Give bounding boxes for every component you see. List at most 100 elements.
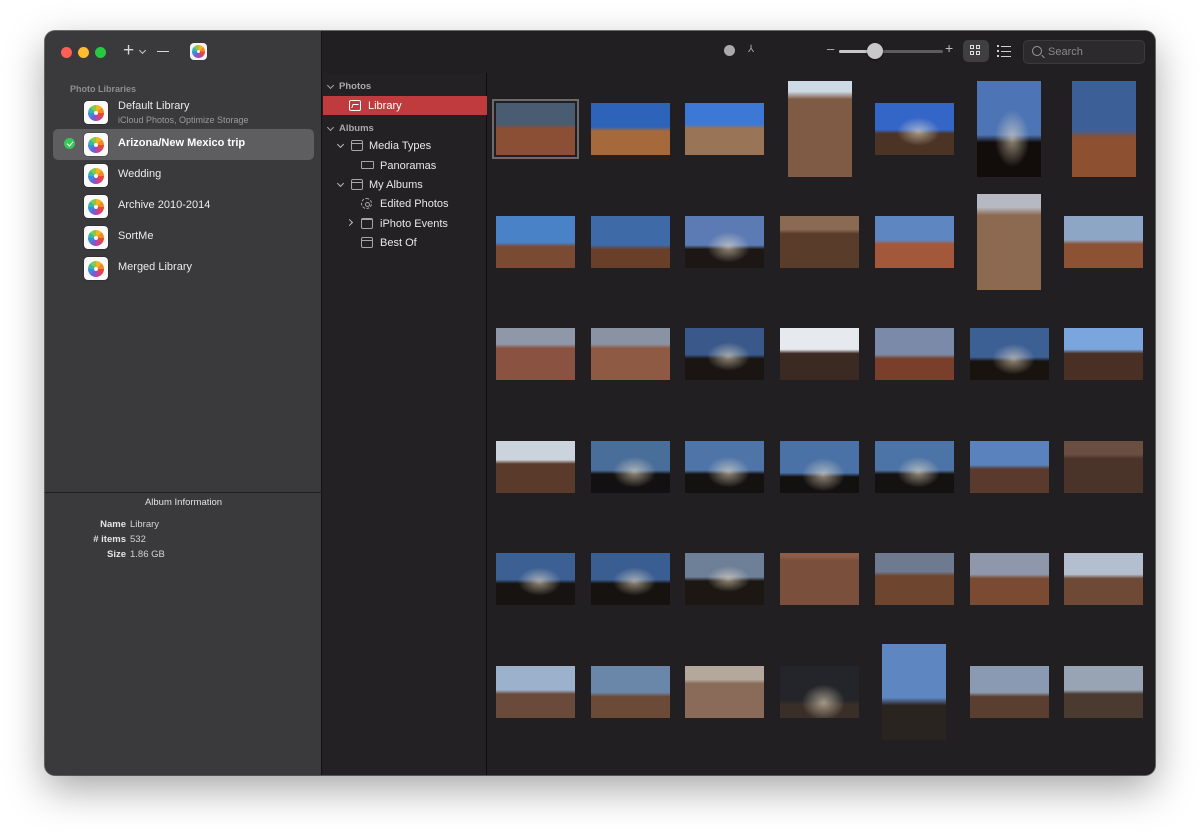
photo-thumbnail[interactable] (780, 440, 860, 493)
info-key: Size (106, 549, 126, 560)
photo-thumbnail[interactable] (590, 103, 670, 155)
photo-thumbnail[interactable] (874, 553, 954, 605)
photo-thumbnail[interactable] (874, 440, 954, 493)
library-name: Merged Library (118, 261, 192, 273)
chevron-down-icon (326, 123, 335, 132)
divider (45, 492, 322, 493)
photo-library-icon (84, 101, 108, 124)
photo-thumbnail[interactable] (496, 328, 575, 380)
photo-thumbnail[interactable] (1064, 215, 1144, 268)
album-folder-icon (351, 179, 363, 190)
photo-thumbnail[interactable] (685, 665, 765, 718)
library-item[interactable]: Default Library iCloud Photos, Optimize … (53, 97, 314, 129)
photo-thumbnail[interactable] (969, 553, 1049, 605)
photo-thumbnail[interactable] (780, 553, 860, 605)
info-row-items: # items 532 (45, 534, 322, 548)
photo-thumbnail[interactable] (685, 215, 765, 268)
photo-thumbnail[interactable] (874, 103, 954, 155)
photo-thumbnail[interactable] (780, 215, 860, 268)
zoom-slider-knob[interactable] (867, 43, 884, 59)
tree-item-label: Panoramas (380, 160, 437, 172)
search-icon (1032, 46, 1042, 56)
photo-thumbnail[interactable] (590, 553, 670, 605)
photo-thumbnail[interactable] (874, 328, 954, 380)
chevron-right-icon[interactable] (345, 218, 354, 227)
photos-section-header[interactable]: Photos (326, 81, 371, 92)
list-view-button[interactable] (997, 45, 1011, 57)
photo-thumbnail[interactable] (590, 328, 670, 380)
photo-thumbnail[interactable] (496, 215, 575, 268)
photo-thumbnail[interactable] (685, 553, 765, 605)
album-icon (361, 237, 373, 248)
photo-thumbnail[interactable] (1064, 665, 1144, 718)
photo-thumbnail[interactable] (492, 99, 579, 159)
tree-item-iphoto-events[interactable]: iPhoto Events (323, 214, 487, 233)
photo-thumbnail[interactable] (780, 665, 860, 718)
tree-item-my-albums[interactable]: My Albums (323, 175, 487, 194)
tree-item-best-of[interactable]: Best Of (323, 233, 487, 252)
photo-thumbnail[interactable] (874, 215, 954, 268)
library-item[interactable]: Merged Library (53, 253, 314, 284)
photo-library-icon (84, 257, 108, 280)
photo-thumbnail[interactable] (496, 440, 575, 493)
libraries-sidebar: + Photo Libraries Default Library iCloud… (45, 31, 322, 775)
info-value: 532 (130, 534, 146, 545)
library-name: SortMe (118, 230, 154, 242)
photo-thumbnail[interactable] (977, 193, 1041, 290)
remove-library-button[interactable] (157, 51, 169, 53)
library-name: Wedding (118, 168, 162, 180)
chevron-down-icon[interactable] (138, 46, 147, 55)
album-folder-icon (351, 140, 363, 151)
tree-item-media-types[interactable]: Media Types (323, 136, 487, 155)
zoom-slider[interactable] (839, 50, 943, 53)
close-window-button[interactable] (61, 47, 72, 58)
library-item[interactable]: SortMe (53, 222, 314, 253)
library-list: Default Library iCloud Photos, Optimize … (53, 97, 314, 284)
photo-thumbnail[interactable] (969, 440, 1049, 493)
album-information-heading: Album Information (144, 497, 223, 508)
photo-thumbnail[interactable] (1071, 81, 1136, 177)
photo-thumbnail[interactable] (969, 328, 1049, 380)
library-item[interactable]: Arizona/New Mexico trip (53, 129, 314, 160)
open-in-photos-button[interactable] (190, 43, 207, 60)
zoom-window-button[interactable] (95, 47, 106, 58)
photo-thumbnail[interactable] (969, 665, 1049, 718)
photo-thumbnail[interactable] (685, 440, 765, 493)
photo-thumbnail[interactable] (590, 440, 670, 493)
photo-thumbnail[interactable] (496, 665, 575, 718)
status-icon[interactable] (724, 45, 735, 56)
library-item[interactable]: Archive 2010-2014 (53, 191, 314, 222)
photo-thumbnail[interactable] (496, 553, 575, 605)
photo-thumbnail[interactable] (590, 215, 670, 268)
albums-section-header[interactable]: Albums (326, 123, 374, 134)
photo-thumbnail[interactable] (1064, 440, 1144, 493)
photo-thumbnail[interactable] (787, 81, 852, 177)
minimize-window-button[interactable] (78, 47, 89, 58)
search-field[interactable] (1023, 40, 1145, 64)
zoom-in-button[interactable]: + (945, 40, 953, 56)
chevron-down-icon[interactable] (336, 179, 345, 188)
photo-library-icon (84, 226, 108, 249)
photo-thumbnail[interactable] (1064, 553, 1144, 605)
photo-thumbnail[interactable] (590, 665, 670, 718)
zoom-out-button[interactable]: – (827, 41, 834, 56)
add-library-button[interactable]: + (123, 41, 134, 61)
photo-library-icon (84, 133, 108, 156)
person-icon[interactable]: ⅄ (748, 44, 754, 55)
photo-thumbnail[interactable] (882, 643, 947, 740)
photo-thumbnail[interactable] (685, 328, 765, 380)
grid-view-button[interactable] (963, 40, 989, 62)
photo-thumbnail[interactable] (977, 81, 1041, 177)
photo-thumbnail[interactable] (780, 328, 860, 380)
photo-thumbnail[interactable] (1064, 328, 1144, 380)
tree-item-library[interactable]: Library (323, 96, 487, 115)
photo-grid (488, 73, 1155, 775)
photos-app-icon (192, 45, 205, 58)
library-item[interactable]: Wedding (53, 160, 314, 191)
photo-thumbnail[interactable] (685, 103, 765, 155)
tree-item-panoramas[interactable]: Panoramas (323, 156, 487, 175)
info-key: # items (93, 534, 126, 545)
search-input[interactable] (1048, 45, 1138, 59)
tree-item-edited-photos[interactable]: Edited Photos (323, 194, 487, 213)
chevron-down-icon[interactable] (336, 140, 345, 149)
